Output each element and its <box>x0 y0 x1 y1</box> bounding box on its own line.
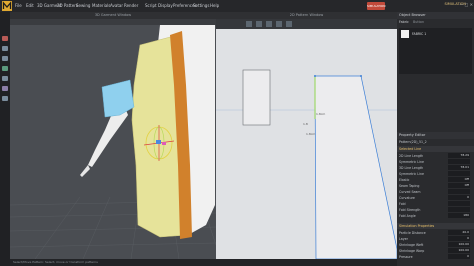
2d-window-toolbar <box>216 19 397 29</box>
prop-row: Pressure 0 <box>399 254 470 259</box>
object-browser-list: FABRIC 1 <box>399 28 472 74</box>
pin-tool-icon[interactable] <box>2 66 8 71</box>
menu-file[interactable]: File <box>15 3 22 8</box>
app-window: File Edit 3D Garment 2D Pattern Sewing M… <box>0 0 474 266</box>
measure-label: 1.8cm <box>316 112 326 116</box>
menu-edit[interactable]: Edit <box>26 3 34 8</box>
left-toolbar <box>0 12 10 266</box>
prop-value[interactable] <box>448 201 470 206</box>
menu-display[interactable]: Display <box>158 3 173 8</box>
right-panel: Object Browser Fabric Button FABRIC 1 Pr… <box>397 12 474 266</box>
prop-value[interactable] <box>448 189 470 194</box>
menu-render[interactable]: Render <box>124 3 138 8</box>
pattern-small[interactable] <box>242 69 271 126</box>
pattern-point[interactable] <box>360 75 362 77</box>
segment-sewing-icon[interactable] <box>286 21 292 27</box>
transform-pattern-icon[interactable] <box>256 21 262 27</box>
select-tool-icon[interactable] <box>2 36 8 41</box>
prop-value[interactable]: 78.29 <box>448 153 470 158</box>
section-simulation-properties[interactable]: Simulation Properties <box>397 223 474 229</box>
polygon-tool-icon[interactable] <box>266 21 272 27</box>
menubar: File Edit 3D Garment 2D Pattern Sewing M… <box>0 0 474 12</box>
prop-value[interactable]: 0 <box>448 195 470 200</box>
tack-tool-icon[interactable] <box>2 76 8 81</box>
property-editor-title: Property Editor <box>397 132 474 139</box>
menu-avatar[interactable]: Avatar <box>110 3 123 8</box>
fabric-item-label[interactable]: FABRIC 1 <box>412 32 426 36</box>
section-selected-line[interactable]: Selected Line <box>397 146 474 152</box>
prop-value[interactable] <box>448 159 470 164</box>
2d-window-title: 2D Pattern Window <box>216 12 397 19</box>
prop-value[interactable]: 180 <box>448 213 470 218</box>
2d-pattern-window[interactable]: 2D Pattern Window 1.8cm 1.8cm 1.8 <box>216 12 397 266</box>
menu-sewing[interactable]: Sewing <box>76 3 90 8</box>
prop-value[interactable]: 0 <box>448 236 470 241</box>
window-controls[interactable]: — □ ✕ <box>459 2 473 7</box>
menu-help[interactable]: Help <box>210 3 219 8</box>
object-browser-tab-button[interactable]: Button <box>413 20 424 24</box>
prop-value[interactable]: 78.01 <box>448 165 470 170</box>
prop-value[interactable]: 100.00 <box>448 242 470 247</box>
object-browser-tab-fabric[interactable]: Fabric <box>399 20 409 24</box>
menu-settings[interactable]: Settings <box>193 3 209 8</box>
3d-garment-window[interactable]: 3D Garment Window <box>10 12 216 266</box>
pattern-point[interactable] <box>314 75 316 77</box>
3d-window-title: 3D Garment Window <box>10 12 216 19</box>
edit-pattern-icon[interactable] <box>246 21 252 27</box>
pattern-large[interactable] <box>314 75 397 260</box>
rotate-tool-icon[interactable] <box>2 56 8 61</box>
avatar-tool-icon[interactable] <box>2 86 8 91</box>
object-browser-title: Object Browser <box>397 12 474 19</box>
prop-row: Fold Angle 180 <box>399 213 470 218</box>
prop-value[interactable]: Off <box>448 177 470 182</box>
3d-viewport[interactable] <box>10 25 216 266</box>
prop-value[interactable]: 0 <box>448 254 470 259</box>
garment-blue-sleeve[interactable] <box>101 79 135 118</box>
menu-materials[interactable]: Materials <box>92 3 110 8</box>
prop-value[interactable] <box>448 207 470 212</box>
prop-value[interactable]: 20.0 <box>448 230 470 235</box>
status-bar: Select/Move Pattern: Select, move or tra… <box>10 259 397 266</box>
menu-script[interactable]: Script <box>145 3 157 8</box>
measure-label: 1.8 <box>303 122 308 126</box>
app-logo-icon <box>2 1 12 11</box>
measure-label: 1.8cm <box>306 132 316 136</box>
layout-mode-badge[interactable]: SIMULATION <box>367 2 385 10</box>
2d-canvas[interactable] <box>216 29 397 266</box>
prop-value[interactable] <box>448 171 470 176</box>
prop-value[interactable]: 100.00 <box>448 248 470 253</box>
selected-object-name: Pattern(2D)_51_2 <box>399 140 427 144</box>
avatar-hand <box>80 165 90 177</box>
fabric-swatch[interactable] <box>401 30 409 38</box>
camera-tool-icon[interactable] <box>2 96 8 101</box>
move-tool-icon[interactable] <box>2 46 8 51</box>
prop-value[interactable]: Off <box>448 183 470 188</box>
rectangle-tool-icon[interactable] <box>276 21 282 27</box>
